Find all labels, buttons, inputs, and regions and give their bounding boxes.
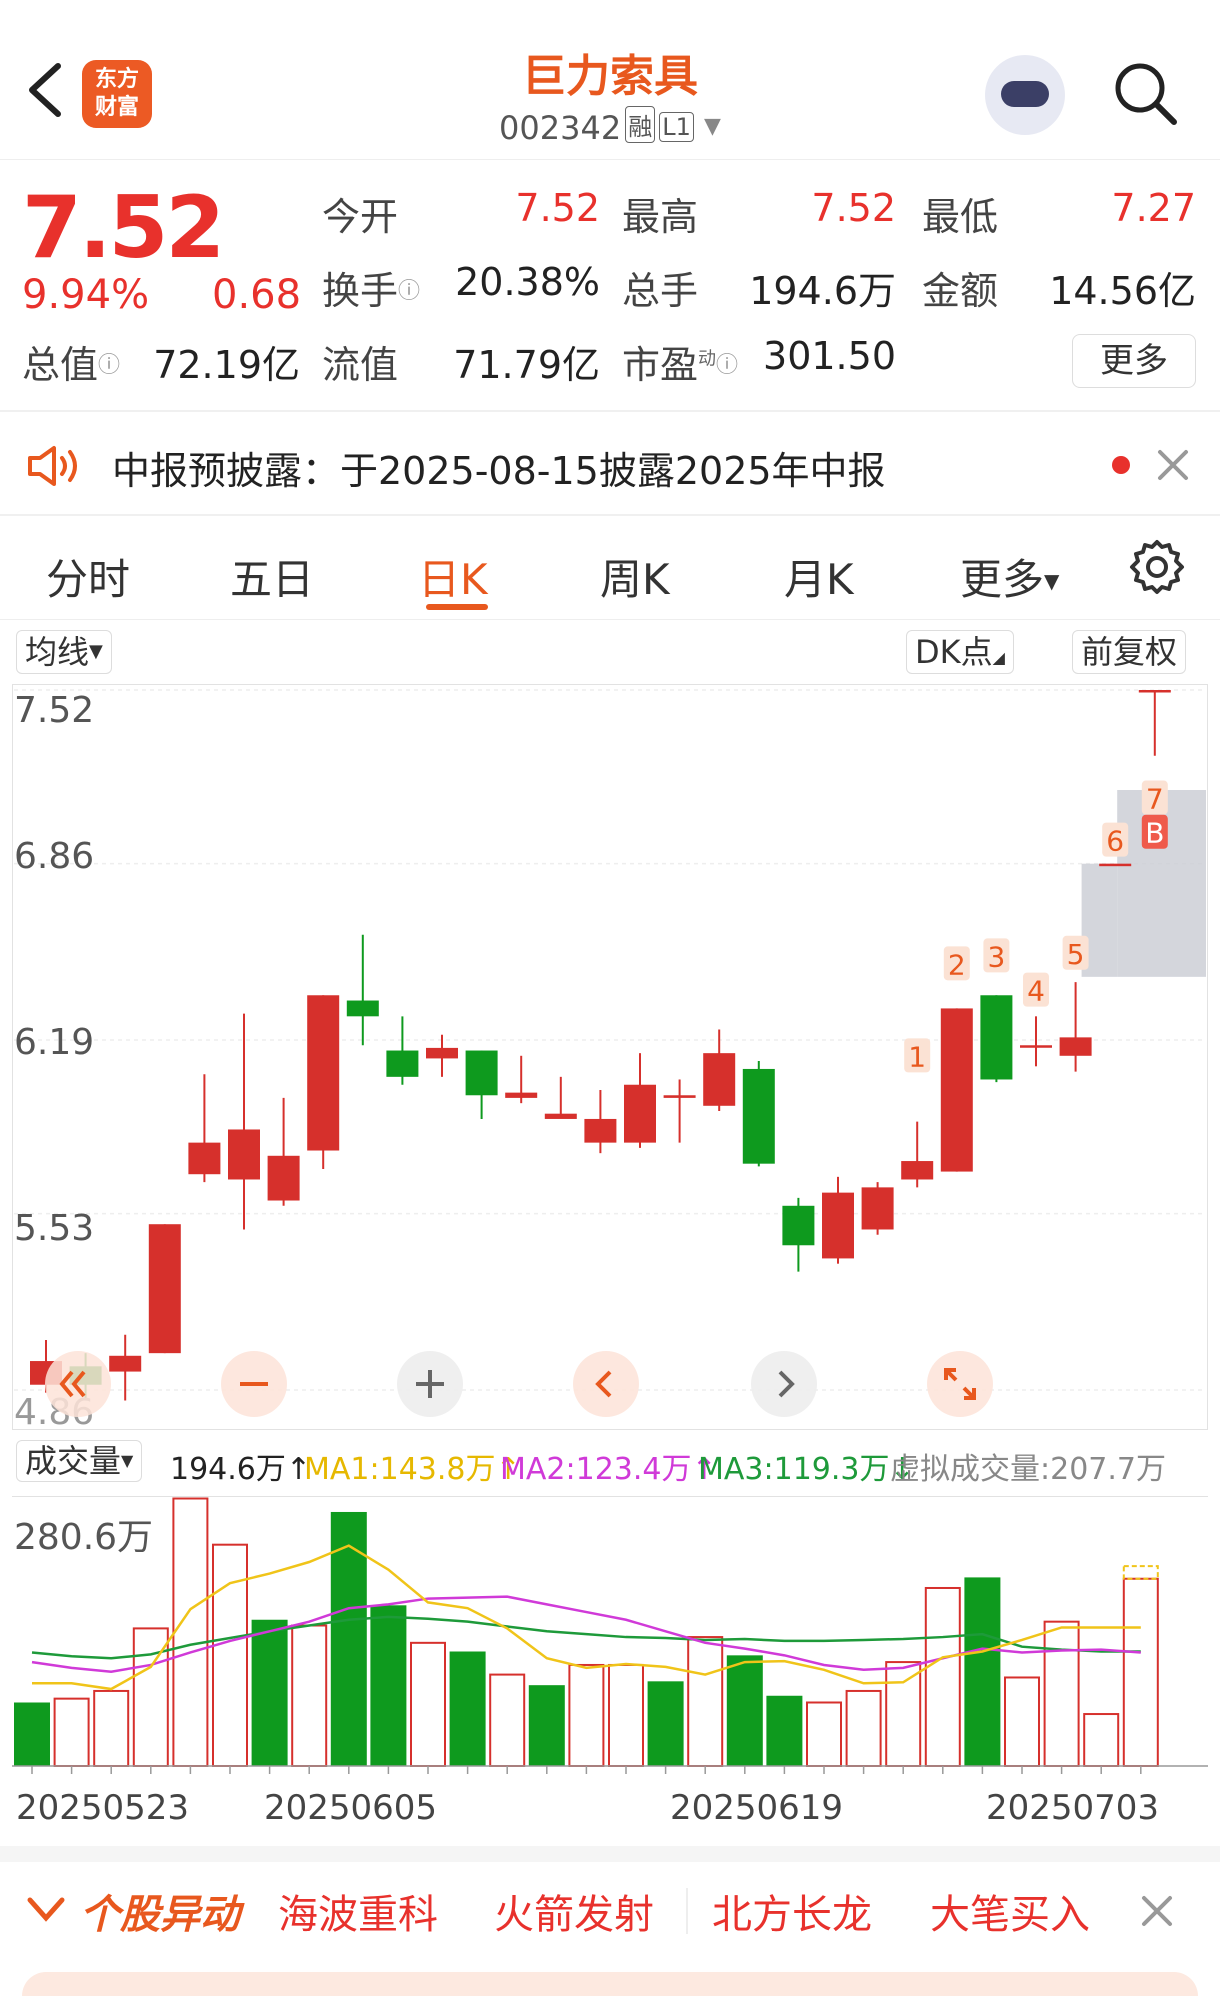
bottom-card[interactable]	[22, 1972, 1198, 1996]
volume-bar	[14, 1702, 50, 1766]
x-date-label: 20250605	[264, 1788, 438, 1828]
volume-bar	[410, 1641, 446, 1767]
volume-bar	[53, 1697, 90, 1767]
chevron-down-icon	[27, 1897, 65, 1922]
volume-bar	[726, 1655, 763, 1766]
x-date-label: 20250703	[986, 1788, 1160, 1828]
volume-bar	[687, 1636, 724, 1767]
volume-bar	[449, 1651, 486, 1766]
x-date-label: 20250523	[16, 1788, 190, 1828]
section-gap	[0, 1846, 1220, 1862]
volume-y-tick: 280.6万	[14, 1517, 154, 1558]
movement-item[interactable]: 火箭发射	[494, 1882, 654, 1940]
volume-bar	[93, 1689, 130, 1767]
stock-movement-strip[interactable]: 个股异动 海波重科 火箭发射 北方长龙 大笔买入	[0, 1868, 1220, 1948]
close-icon[interactable]	[1140, 1894, 1174, 1928]
volume-bar	[251, 1619, 288, 1766]
volume-bar	[1083, 1713, 1120, 1768]
divider	[686, 1888, 688, 1934]
volume-bar	[806, 1701, 842, 1768]
volume-bar	[291, 1624, 328, 1768]
virtual-volume-box	[1122, 1565, 1159, 1580]
movement-title: 个股异动	[80, 1892, 240, 1938]
volume-bar	[924, 1586, 961, 1768]
volume-bar	[370, 1605, 407, 1766]
volume-bar	[1004, 1676, 1040, 1768]
volume-bar	[489, 1673, 526, 1768]
movement-item[interactable]: 大笔买入	[930, 1882, 1090, 1940]
volume-bar	[212, 1543, 248, 1767]
volume-bar	[1122, 1577, 1159, 1767]
volume-bar	[845, 1689, 882, 1767]
volume-bar	[647, 1681, 684, 1766]
volume-bar	[766, 1695, 803, 1766]
volume-bar	[568, 1663, 605, 1768]
volume-bar	[1043, 1620, 1080, 1767]
x-date-label: 20250619	[670, 1788, 844, 1828]
volume-bar	[528, 1685, 565, 1766]
volume-chart[interactable]	[0, 0, 1220, 1860]
movement-item[interactable]: 海波重科	[278, 1882, 438, 1940]
volume-bar	[172, 1497, 209, 1768]
volume-bar	[885, 1661, 922, 1768]
volume-bar	[964, 1577, 1001, 1766]
movement-item[interactable]: 北方长龙	[712, 1882, 872, 1940]
volume-bar	[608, 1663, 644, 1768]
